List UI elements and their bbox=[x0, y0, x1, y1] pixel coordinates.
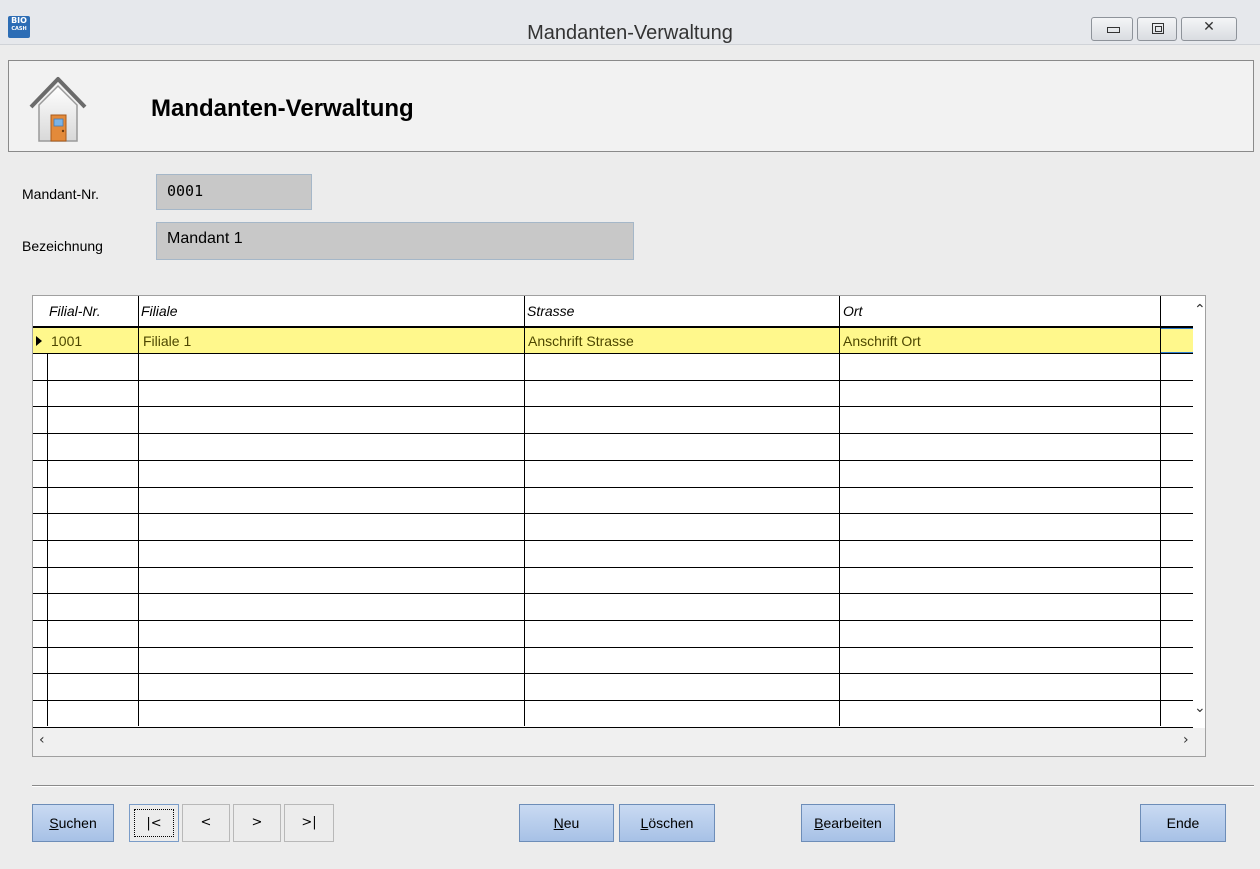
column-header-filiale[interactable]: Filiale bbox=[141, 303, 178, 319]
table-row[interactable]: 1001 Filiale 1 Anschrift Strasse Anschrift … bbox=[33, 328, 1203, 354]
home-icon bbox=[29, 77, 87, 142]
search-button[interactable]: Suchen bbox=[32, 804, 114, 842]
table-row[interactable] bbox=[33, 568, 1203, 595]
table-row[interactable] bbox=[33, 622, 1203, 648]
new-button[interactable]: Neu bbox=[519, 804, 614, 842]
first-record-label: |< bbox=[134, 809, 174, 837]
delete-button-label: öschen bbox=[648, 815, 694, 831]
table-row[interactable] bbox=[33, 595, 1203, 621]
edit-button[interactable]: Bearbeiten bbox=[801, 804, 895, 842]
bezeichnung-field[interactable]: Mandant 1 bbox=[156, 222, 634, 260]
column-header-filial-nr[interactable]: Filial-Nr. bbox=[49, 303, 101, 319]
new-button-label: eu bbox=[563, 815, 580, 831]
header-panel: Mandanten-Verwaltung bbox=[8, 60, 1254, 152]
table-cell[interactable]: Anschrift Strasse bbox=[528, 333, 634, 349]
current-row-indicator-icon bbox=[36, 336, 42, 346]
column-divider bbox=[1160, 296, 1161, 726]
application-window: BIO CASH Mandanten-Verwaltung ✕ Mandante… bbox=[0, 0, 1260, 869]
table-row[interactable] bbox=[33, 542, 1203, 568]
table-row[interactable] bbox=[33, 355, 1203, 381]
bezeichnung-label: Bezeichnung bbox=[22, 238, 103, 254]
table-row[interactable] bbox=[33, 488, 1203, 515]
scroll-up-icon[interactable]: ⌃ bbox=[1194, 302, 1205, 318]
title-bar[interactable]: BIO CASH Mandanten-Verwaltung ✕ bbox=[0, 0, 1260, 45]
scroll-left-icon[interactable]: ‹ bbox=[39, 732, 45, 748]
maximize-button[interactable] bbox=[1137, 17, 1177, 41]
minimize-button[interactable] bbox=[1091, 17, 1133, 41]
search-button-label: uchen bbox=[58, 815, 97, 831]
column-divider bbox=[524, 296, 525, 726]
table-row[interactable] bbox=[33, 675, 1203, 702]
mandant-nr-label: Mandant-Nr. bbox=[22, 186, 100, 202]
last-record-button[interactable]: >| bbox=[284, 804, 334, 842]
page-title: Mandanten-Verwaltung bbox=[151, 95, 414, 122]
table-cell[interactable]: Filiale 1 bbox=[143, 333, 191, 349]
separator bbox=[32, 785, 1254, 787]
grid-header: Filial-Nr. Filiale Strasse Ort bbox=[33, 296, 1193, 328]
scroll-down-icon[interactable]: ⌄ bbox=[1194, 700, 1205, 716]
column-divider bbox=[839, 296, 840, 726]
new-button-accel: N bbox=[553, 815, 564, 831]
table-row[interactable] bbox=[33, 462, 1203, 488]
table-row[interactable] bbox=[33, 648, 1203, 675]
previous-record-button[interactable]: < bbox=[182, 804, 230, 842]
table-row[interactable] bbox=[33, 381, 1203, 408]
vertical-scrollbar[interactable]: ⌃ ⌄ bbox=[1193, 296, 1205, 736]
scroll-right-icon[interactable]: › bbox=[1183, 732, 1189, 748]
maximize-icon bbox=[1152, 23, 1164, 34]
search-button-accel: S bbox=[49, 815, 59, 831]
table-row[interactable] bbox=[33, 515, 1203, 541]
table-cell[interactable]: Anschrift Ort bbox=[843, 333, 921, 349]
end-button[interactable]: Ende bbox=[1140, 804, 1226, 842]
column-header-ort[interactable]: Ort bbox=[843, 303, 862, 319]
table-row[interactable] bbox=[33, 408, 1203, 435]
minimize-icon bbox=[1107, 27, 1120, 33]
horizontal-scrollbar[interactable]: ‹ › bbox=[33, 728, 1205, 756]
delete-button[interactable]: Löschen bbox=[619, 804, 715, 842]
close-button[interactable]: ✕ bbox=[1181, 17, 1237, 41]
close-icon: ✕ bbox=[1203, 19, 1215, 35]
window-title: Mandanten-Verwaltung bbox=[527, 22, 733, 44]
column-header-strasse[interactable]: Strasse bbox=[527, 303, 574, 319]
table-row[interactable] bbox=[33, 435, 1203, 461]
table-cell[interactable]: 1001 bbox=[51, 333, 82, 349]
mandant-nr-field[interactable]: 0001 bbox=[156, 174, 312, 210]
table-row[interactable] bbox=[33, 702, 1203, 728]
first-record-button[interactable]: |< bbox=[129, 804, 179, 842]
branch-grid[interactable]: Filial-Nr. Filiale Strasse Ort 1001 Filia… bbox=[32, 295, 1206, 757]
column-divider bbox=[138, 296, 139, 726]
edit-button-label: earbeiten bbox=[823, 815, 882, 831]
next-record-button[interactable]: > bbox=[233, 804, 281, 842]
